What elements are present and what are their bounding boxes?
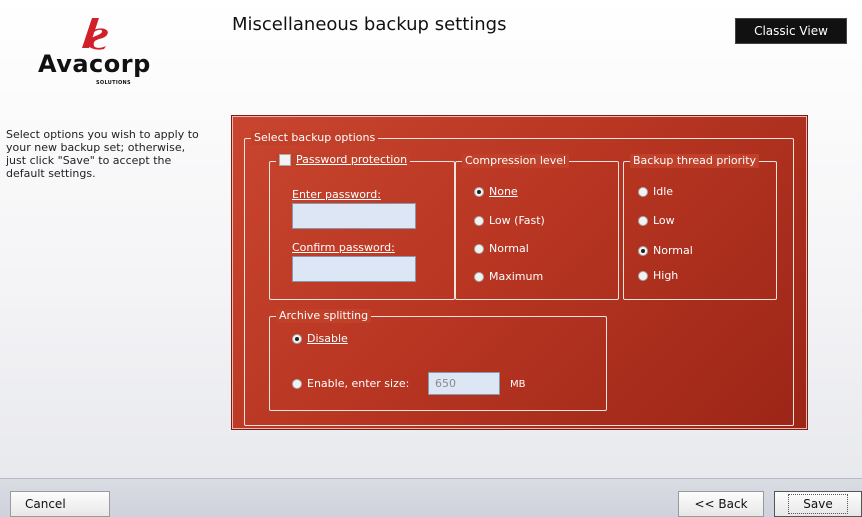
radio-icon	[474, 271, 484, 282]
page-title: Miscellaneous backup settings	[232, 14, 507, 35]
radio-selected-icon	[292, 333, 302, 344]
password-protection-checkbox[interactable]	[279, 154, 291, 166]
instructions-text: Select options you wish to apply to your…	[6, 128, 199, 180]
priority-high-label: High	[653, 269, 679, 282]
save-button[interactable]: Save	[774, 491, 862, 517]
save-button-label: Save	[788, 494, 848, 514]
backup-thread-priority-title: Backup thread priority	[630, 154, 760, 168]
radio-icon	[474, 243, 484, 254]
split-size-unit: MB	[510, 379, 526, 390]
compression-normal-radio[interactable]: Normal	[474, 242, 529, 255]
brand-name: Avacorp	[38, 50, 151, 78]
password-protection-toggle[interactable]: Password protection	[276, 153, 411, 167]
archive-splitting-title: Archive splitting	[276, 309, 372, 323]
radio-icon	[638, 270, 648, 281]
compression-maximum-label: Maximum	[489, 270, 544, 283]
back-button[interactable]: << Back	[678, 491, 764, 517]
compression-normal-label: Normal	[489, 242, 529, 255]
password-protection-label: Password protection	[296, 153, 408, 166]
confirm-password-input[interactable]	[292, 256, 416, 282]
compression-level-title: Compression level	[462, 154, 570, 168]
classic-view-button[interactable]: Classic View	[735, 18, 847, 44]
radio-selected-icon	[474, 186, 484, 197]
compression-none-radio[interactable]: None	[474, 185, 518, 198]
compression-maximum-radio[interactable]: Maximum	[474, 270, 543, 283]
enter-password-label: Enter password:	[292, 188, 381, 201]
splitting-disable-radio[interactable]: Disable	[292, 332, 348, 345]
archive-splitting-group: Archive splitting Disable Enable, enter …	[269, 309, 607, 411]
backup-options-panel: Select backup options Password protectio…	[231, 115, 808, 430]
splitting-enable-label: Enable, enter size:	[307, 377, 410, 390]
brand-tagline: SOLUTIONS	[96, 80, 131, 86]
compression-low-radio[interactable]: Low (Fast)	[474, 214, 545, 227]
enter-password-input[interactable]	[292, 203, 416, 229]
priority-normal-label: Normal	[653, 244, 693, 257]
password-protection-group: Password protection Enter password: Conf…	[269, 153, 455, 300]
compression-level-group: Compression level None Low (Fast) Normal…	[455, 154, 619, 300]
priority-idle-radio[interactable]: Idle	[638, 185, 673, 198]
radio-icon	[638, 186, 648, 197]
radio-icon	[292, 378, 302, 389]
split-size-input[interactable]	[428, 372, 500, 395]
priority-low-label: Low	[653, 214, 675, 227]
compression-none-label: None	[489, 185, 518, 198]
priority-idle-label: Idle	[653, 185, 674, 198]
priority-high-radio[interactable]: High	[638, 269, 678, 282]
splitting-disable-label: Disable	[307, 332, 348, 345]
compression-low-label: Low (Fast)	[489, 214, 545, 227]
radio-icon	[474, 215, 484, 226]
priority-low-radio[interactable]: Low	[638, 214, 675, 227]
radio-selected-icon	[638, 245, 648, 256]
radio-icon	[638, 215, 648, 226]
select-backup-options-group: Select backup options Password protectio…	[244, 131, 794, 426]
confirm-password-label: Confirm password:	[292, 241, 395, 254]
avacorp-logo: Avacorp SOLUTIONS	[30, 16, 180, 90]
select-backup-options-title: Select backup options	[251, 131, 379, 145]
priority-normal-radio[interactable]: Normal	[638, 244, 693, 257]
backup-thread-priority-group: Backup thread priority Idle Low Normal H…	[623, 154, 777, 300]
splitting-enable-radio[interactable]: Enable, enter size:	[292, 377, 409, 390]
avacorp-logo-icon	[82, 18, 108, 50]
cancel-button[interactable]: Cancel	[10, 491, 110, 517]
